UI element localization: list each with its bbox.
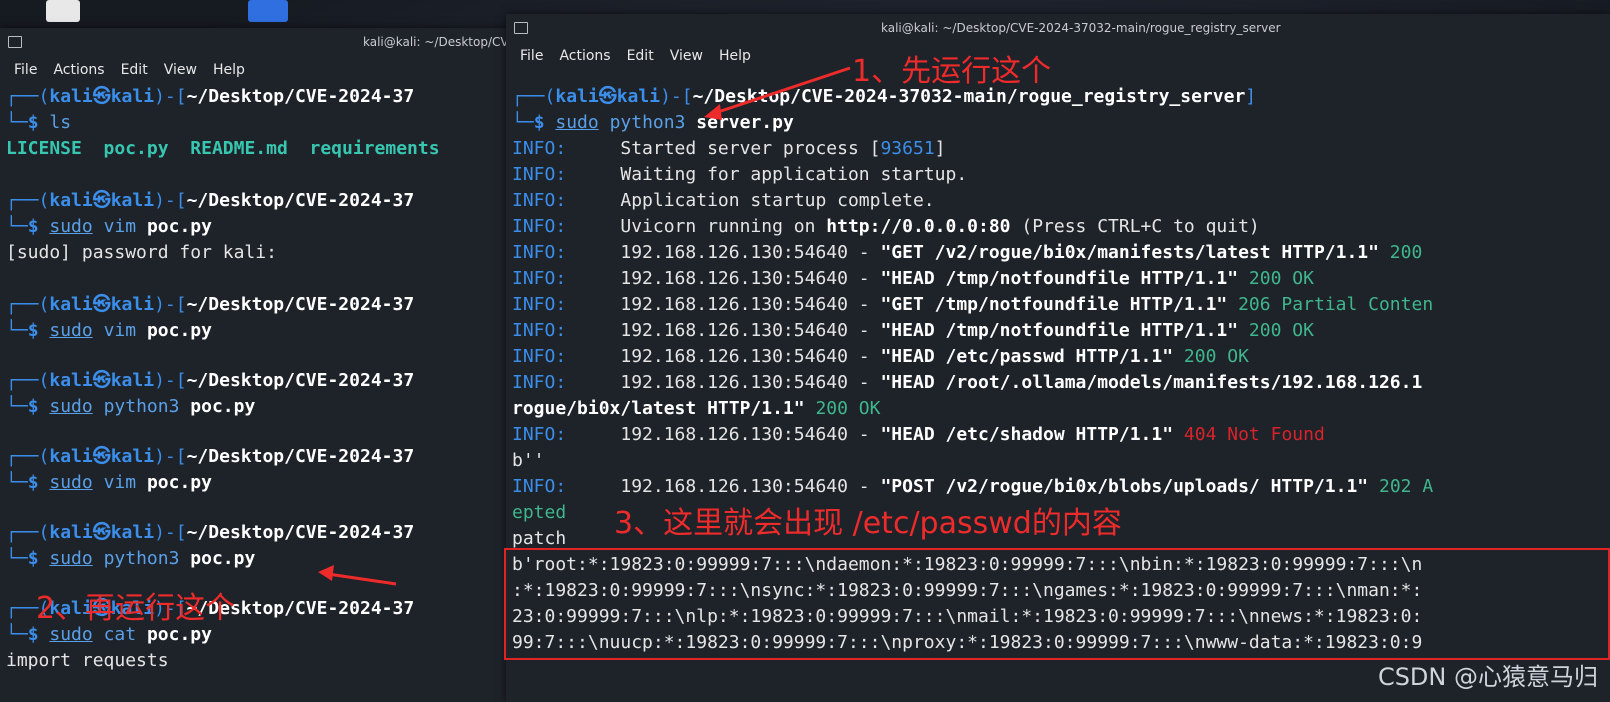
arrow-step1-head — [704, 104, 722, 120]
annotation-arrows — [318, 66, 851, 586]
arrow-step2 — [327, 572, 397, 586]
arrow-step2-head — [318, 565, 334, 581]
arrow-step1 — [711, 66, 851, 116]
csdn-watermark: CSDN @心猿意马归 — [1377, 663, 1598, 691]
